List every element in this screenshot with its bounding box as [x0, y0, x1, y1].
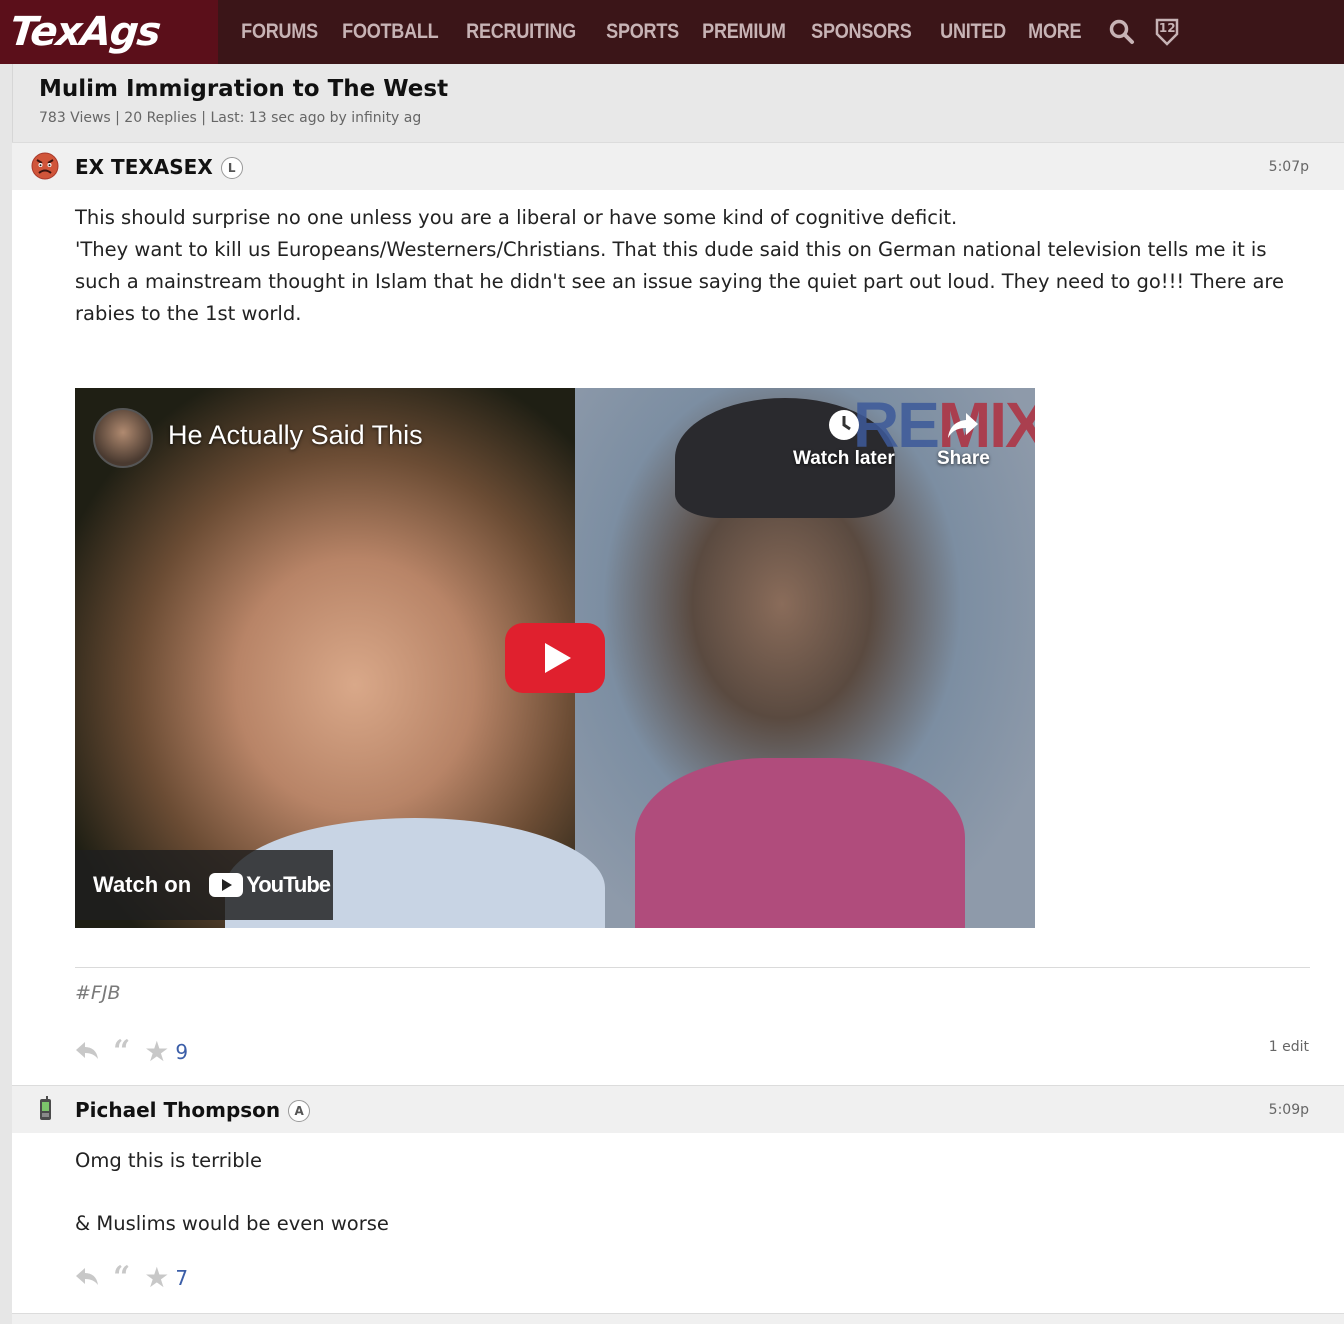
next-post-edge	[12, 1313, 1344, 1324]
star-icon[interactable]: ★	[144, 1261, 169, 1294]
nav-forums[interactable]: FORUMS	[230, 20, 329, 44]
share-arrow-icon	[948, 413, 979, 438]
star-icon[interactable]: ★	[144, 1035, 169, 1068]
post-time[interactable]: 5:07p	[1269, 159, 1309, 175]
user-level-badge: L	[220, 157, 243, 179]
shield-badge-icon[interactable]: 12	[1155, 18, 1179, 46]
angry-face-icon[interactable]	[30, 151, 60, 181]
search-icon[interactable]	[1109, 19, 1135, 45]
mobile-phone-icon[interactable]	[30, 1094, 60, 1124]
texags-logo[interactable]: TexAgs	[0, 0, 218, 64]
post-paragraph: This should surprise no one unless you a…	[75, 206, 958, 229]
post: EX TEXASEX L 5:07p This should surprise n…	[12, 142, 1344, 1085]
watch-on-label: Watch on	[93, 872, 192, 897]
nav-recruiting[interactable]: RECRUITING	[455, 20, 587, 44]
signature-divider	[75, 967, 1310, 968]
youtube-logo-icon: YouTube	[209, 872, 331, 898]
channel-avatar[interactable]	[93, 408, 153, 468]
top-navigation-bar: TexAgs FORUMS FOOTBALL RECRUITING SPORTS…	[0, 0, 1344, 64]
thread-header: Mulim Immigration to The West 783 Views …	[12, 64, 1344, 142]
post-signature: #FJB	[75, 982, 121, 1004]
watch-on-youtube-button[interactable]: Watch on YouTube	[75, 850, 333, 920]
post-actions: “ ★ 9	[75, 1035, 188, 1068]
nav-sports[interactable]: SPORTS	[595, 20, 690, 44]
author-name[interactable]: EX TEXASEX	[75, 155, 213, 179]
reply-icon[interactable]	[75, 1264, 99, 1292]
video-thumbnail-shirt-2	[635, 758, 965, 928]
post-paragraph: & Muslims would be even worse	[75, 1212, 389, 1235]
post-body: Omg this is terrible & Muslims would be …	[12, 1133, 1344, 1240]
edit-note[interactable]: 1 edit	[1269, 1039, 1309, 1055]
nav-premium[interactable]: PREMIUM	[691, 20, 797, 44]
quote-icon[interactable]: “	[113, 1262, 130, 1292]
nav-more[interactable]: MORE	[1017, 20, 1093, 44]
post-paragraph: 'They want to kill us Europeans/Westerne…	[75, 238, 1285, 325]
author-name[interactable]: Pichael Thompson	[75, 1098, 280, 1122]
post: Pichael Thompson A 5:09p Omg this is terr…	[12, 1085, 1344, 1313]
watch-later-label: Watch later	[793, 448, 895, 469]
post-time[interactable]: 5:09p	[1269, 1102, 1309, 1118]
clock-icon	[828, 410, 859, 440]
watch-later-button[interactable]: Watch later	[793, 408, 895, 470]
post-paragraph: Omg this is terrible	[75, 1149, 263, 1172]
post-header: EX TEXASEX L 5:07p	[12, 142, 1344, 190]
nav-united[interactable]: UNITED	[929, 20, 1017, 44]
post-author[interactable]: Pichael Thompson A	[75, 1098, 311, 1122]
user-level-badge: A	[288, 1100, 311, 1122]
youtube-embed[interactable]: REMIX He Actually Said This Watch later …	[75, 388, 1035, 928]
star-count[interactable]: 7	[175, 1266, 188, 1290]
logo-text: TexAgs	[7, 9, 162, 55]
post-actions: “ ★ 7	[75, 1261, 188, 1294]
nav-items: FORUMS FOOTBALL RECRUITING SPORTS PREMIU…	[230, 18, 1179, 46]
shield-badge-number: 12	[1158, 21, 1176, 35]
video-title[interactable]: He Actually Said This	[168, 420, 423, 451]
share-button[interactable]: Share	[937, 408, 990, 470]
quote-icon[interactable]: “	[113, 1036, 130, 1066]
star-count[interactable]: 9	[175, 1040, 188, 1064]
thread-title: Mulim Immigration to The West	[39, 76, 449, 102]
nav-sponsors[interactable]: SPONSORS	[800, 20, 923, 44]
youtube-wordmark: YouTube	[246, 872, 331, 897]
post-header: Pichael Thompson A 5:09p	[12, 1085, 1344, 1133]
thread-meta: 783 Views | 20 Replies | Last: 13 sec ag…	[39, 110, 422, 126]
post-author[interactable]: EX TEXASEX L	[75, 155, 243, 179]
play-button-icon[interactable]	[505, 623, 605, 693]
post-body: This should surprise no one unless you a…	[12, 190, 1344, 330]
nav-football[interactable]: FOOTBALL	[331, 20, 450, 44]
share-label: Share	[937, 448, 990, 469]
reply-icon[interactable]	[75, 1038, 99, 1066]
